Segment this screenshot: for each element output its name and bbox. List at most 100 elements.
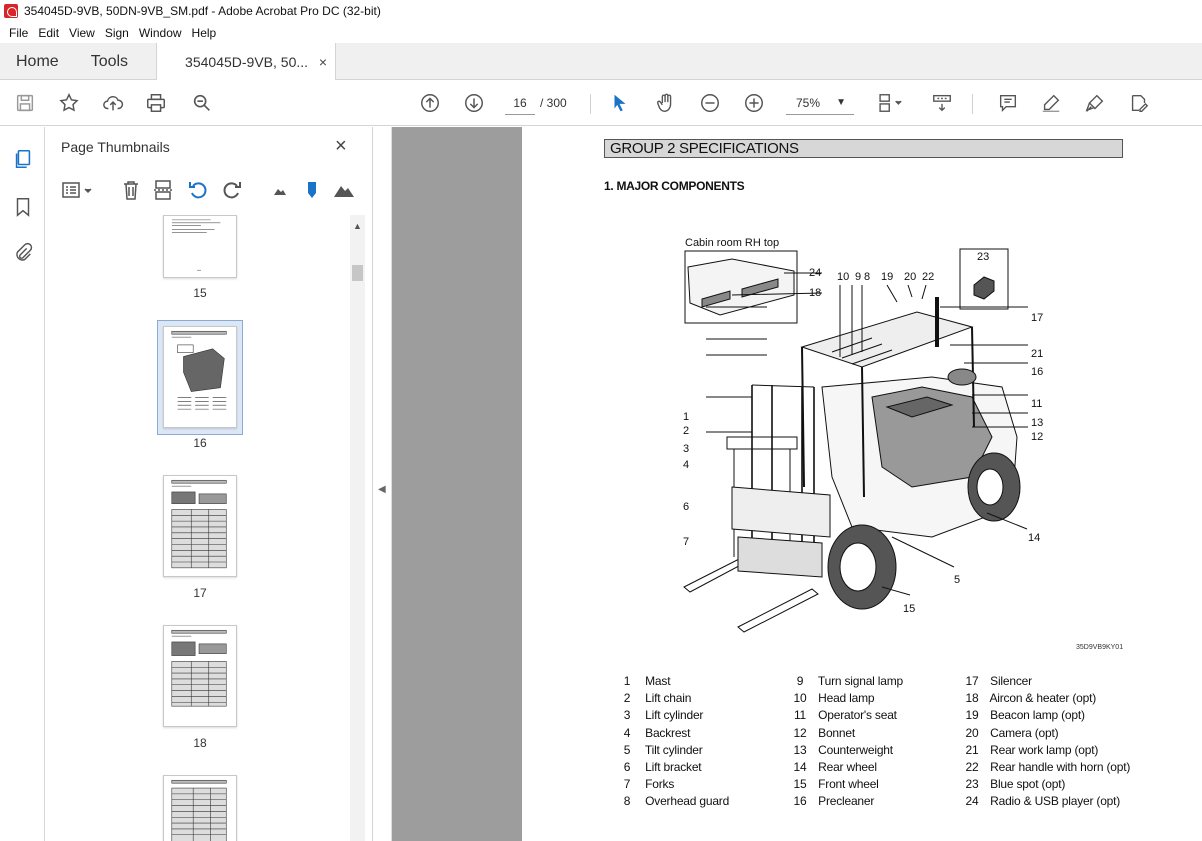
- scroll-up-icon[interactable]: ▲: [353, 221, 362, 231]
- toolbar-divider: [590, 94, 591, 114]
- previous-page-icon[interactable]: [418, 91, 442, 115]
- thumbnail-page-17[interactable]: [163, 475, 237, 577]
- highlight-pen-icon[interactable]: [1039, 91, 1063, 115]
- pdf-page: GROUP 2 SPECIFICATIONS 1. MAJOR COMPONEN…: [522, 127, 1202, 841]
- legend-item: 22 Rear handle with horn (opt): [965, 759, 1131, 774]
- legend-item: 8 Overhead guard: [623, 794, 730, 809]
- figure-inset-label: Cabin room RH top: [685, 237, 780, 249]
- thumbnail-page-15[interactable]: [163, 215, 237, 278]
- legend-item: 13 Counterweight: [793, 742, 894, 757]
- zoom-level-value: 75%: [796, 96, 821, 110]
- rotate-counterclockwise-icon[interactable]: [187, 179, 209, 201]
- chevron-left-icon: ◀: [378, 484, 386, 495]
- document-background: [392, 127, 522, 841]
- close-panel-icon[interactable]: ×: [335, 135, 347, 158]
- zoom-out-icon[interactable]: [698, 91, 722, 115]
- menu-file[interactable]: File: [4, 26, 33, 40]
- legend-item: 19 Beacon lamp (opt): [965, 708, 1085, 723]
- figure-callout: 10: [837, 271, 850, 283]
- menu-window[interactable]: Window: [134, 26, 187, 40]
- upload-cloud-icon[interactable]: [101, 91, 125, 115]
- menu-help[interactable]: Help: [187, 26, 222, 40]
- next-page-icon[interactable]: [462, 91, 486, 115]
- close-tab-icon[interactable]: ×: [319, 54, 327, 70]
- legend-item: 5 Tilt cylinder: [623, 742, 703, 757]
- page-thumbnails-icon[interactable]: [11, 147, 35, 171]
- edit-form-icon[interactable]: [1127, 91, 1151, 115]
- figure-callout: 21: [1031, 348, 1044, 360]
- legend-item: 7 Forks: [623, 777, 675, 792]
- figure-callout: 17: [1031, 312, 1044, 324]
- legend-column: 17 Silencer 18 Aircon & heater (opt) 19 …: [957, 673, 1131, 811]
- hand-tool-icon[interactable]: [654, 91, 678, 115]
- figure-callout: 15: [903, 603, 916, 615]
- left-navigation-rail: [0, 127, 45, 841]
- thumbnail-options-icon[interactable]: [61, 179, 95, 201]
- save-icon[interactable]: [13, 91, 37, 115]
- bookmark-star-icon[interactable]: [57, 91, 81, 115]
- legend-item: 4 Backrest: [623, 725, 691, 740]
- legend-item: 16 Precleaner: [793, 794, 875, 809]
- extract-page-icon[interactable]: [153, 179, 175, 201]
- zoom-level-select[interactable]: 75% ▼: [786, 91, 854, 115]
- figure-callout: 2: [683, 425, 690, 437]
- figure-callout: 7: [683, 536, 690, 548]
- attachments-icon[interactable]: [11, 241, 35, 265]
- collapse-panel-handle[interactable]: ◀: [373, 127, 392, 841]
- thumbnail-size-large-icon[interactable]: [333, 179, 355, 201]
- tab-bar: Home Tools 354045D-9VB, 50... ×: [0, 43, 1202, 80]
- thumbnail-label: 18: [193, 736, 207, 750]
- page-number-input[interactable]: 16: [505, 91, 535, 115]
- zoom-search-icon[interactable]: [190, 91, 214, 115]
- menu-edit[interactable]: Edit: [33, 26, 64, 40]
- figure-callout: 24: [809, 267, 822, 279]
- select-cursor-icon[interactable]: [608, 91, 632, 115]
- thumbnail-page-18[interactable]: [163, 625, 237, 727]
- tab-home[interactable]: Home: [0, 43, 75, 79]
- menu-view[interactable]: View: [64, 26, 100, 40]
- thumbnail-label: 15: [193, 286, 207, 300]
- bookmarks-icon[interactable]: [11, 195, 35, 219]
- figure-callout: 18: [809, 287, 822, 299]
- legend-item: 18 Aircon & heater (opt): [965, 691, 1097, 706]
- print-icon[interactable]: [144, 91, 168, 115]
- legend-item: 11 Operator's seat: [793, 708, 897, 723]
- tab-tools[interactable]: Tools: [75, 43, 144, 79]
- thumbnail-size-slider-icon[interactable]: [301, 179, 323, 201]
- figure-callout: 19: [881, 271, 894, 283]
- legend-item: 14 Rear wheel: [793, 759, 878, 774]
- legend-column: 9 Turn signal lamp 10 Head lamp 11 Opera…: [785, 673, 904, 811]
- zoom-in-icon[interactable]: [742, 91, 766, 115]
- page-thumbnails-panel: Page Thumbnails × 15 16 17 18 ▲: [45, 127, 373, 841]
- thumbnail-page-19[interactable]: [163, 775, 237, 841]
- figure-callout: 12: [1031, 431, 1044, 443]
- thumbnail-toolbar: [45, 173, 373, 207]
- tab-document[interactable]: 354045D-9VB, 50... ×: [156, 43, 337, 80]
- forklift-illustration: [683, 248, 1028, 633]
- thumbnail-scrollbar[interactable]: ▲: [350, 215, 365, 841]
- delete-page-icon[interactable]: [120, 179, 142, 201]
- section-header: 1. MAJOR COMPONENTS: [604, 179, 745, 193]
- menu-bar: File Edit View Sign Window Help: [0, 22, 1202, 43]
- toolbar-divider: [972, 94, 973, 114]
- thumbnail-label: 17: [193, 586, 207, 600]
- figure-callout: 5: [954, 574, 961, 586]
- legend-item: 10 Head lamp: [793, 691, 875, 706]
- scroll-mode-icon[interactable]: [930, 91, 954, 115]
- legend-item: 3 Lift cylinder: [623, 708, 704, 723]
- figure-code: 35D9VB9KY01: [1076, 644, 1124, 651]
- comment-icon[interactable]: [996, 91, 1020, 115]
- scrollbar-thumb[interactable]: [352, 265, 363, 281]
- rotate-clockwise-icon[interactable]: [221, 179, 243, 201]
- legend-item: 24 Radio & USB player (opt): [965, 794, 1121, 809]
- legend-item: 21 Rear work lamp (opt): [965, 742, 1099, 757]
- figure-callout: 16: [1031, 366, 1044, 378]
- sign-pen-icon[interactable]: [1083, 91, 1107, 115]
- page-layout-icon[interactable]: [874, 91, 910, 115]
- thumbnail-size-small-icon[interactable]: [269, 179, 291, 201]
- group-header: GROUP 2 SPECIFICATIONS: [604, 139, 1123, 158]
- thumbnail-label: 16: [193, 436, 207, 450]
- page-count: / 300: [540, 96, 567, 110]
- thumbnail-page-16[interactable]: [163, 326, 237, 428]
- menu-sign[interactable]: Sign: [100, 26, 134, 40]
